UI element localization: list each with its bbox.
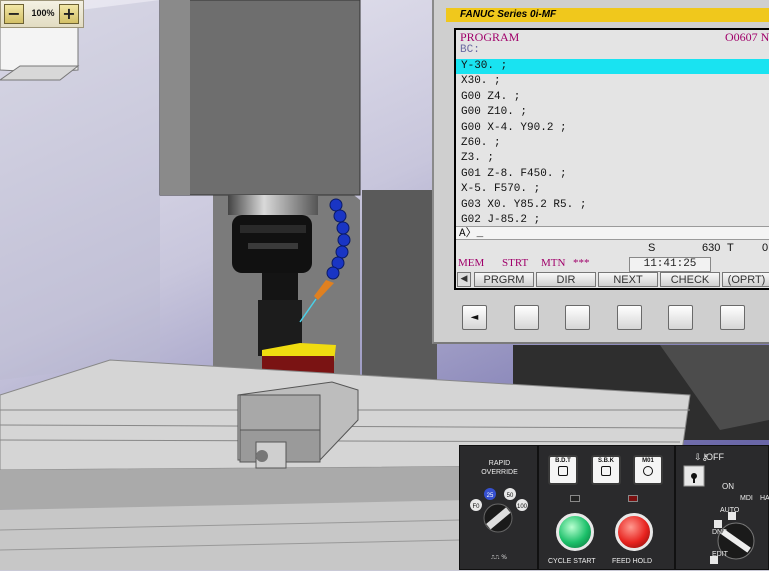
status-line: MEM STRT MTN *** [456, 257, 769, 272]
rapid-mark-f0: F0 [472, 504, 480, 510]
sbk-label: S.B.K [597, 458, 614, 464]
key-off-label: OFF [706, 452, 724, 462]
feed-hold-led [628, 495, 638, 502]
tool-value: 0 [762, 242, 769, 254]
program-line[interactable]: Z3. ; [456, 151, 769, 166]
rapid-mark-100: 100 [517, 504, 528, 510]
program-line[interactable]: G00 Z4. ; [456, 90, 769, 105]
bdt-label: B.D.T [555, 458, 571, 464]
program-line[interactable]: X30. ; [456, 74, 769, 89]
program-line[interactable]: X-5. F570. ; [456, 182, 769, 197]
status-alarm: *** [573, 257, 590, 269]
clock: 11:41:25 [629, 257, 711, 272]
zoom-in-button[interactable]: + [59, 4, 79, 24]
m01-label: M01 [642, 458, 654, 464]
status-motion: MTN [541, 257, 566, 269]
cycle-start-button[interactable] [556, 513, 594, 551]
rapid-override-label: RAPID OVERRIDE [481, 460, 518, 476]
optional-stop-icon [643, 466, 653, 476]
program-line[interactable]: Z60. ; [456, 136, 769, 151]
program-line[interactable]: G00 X-4. Y90.2 ; [456, 121, 769, 136]
tool-label: T [727, 242, 734, 254]
bdt-key[interactable]: B.D.T [548, 455, 578, 485]
program-number: O0607 N [725, 30, 769, 44]
mode-dnc-label: DNC [712, 529, 728, 536]
mode-title: PROGRAM [460, 30, 520, 44]
zoom-level: 100% [31, 8, 55, 18]
hard-softkey-2[interactable] [565, 305, 590, 330]
program-line[interactable]: G00 Z10. ; [456, 105, 769, 120]
cnc-screen: PROGRAM O0607 N BC: Y-30. ; X30. ; G00 Z… [456, 30, 769, 288]
brand-label: FANUC Series 0i-MF [460, 9, 557, 20]
status-mode: MEM [458, 257, 485, 269]
softkey-row: ◀ PRGRM DIR NEXT CHECK (OPRT) [456, 271, 769, 288]
m01-key[interactable]: M01 [633, 455, 663, 485]
program-listing: Y-30. ; X30. ; G00 Z4. ; G00 Z10. ; G00 … [456, 59, 769, 228]
status-run: STRT [502, 257, 529, 269]
sbk-key[interactable]: S.B.K [591, 455, 621, 485]
feed-hold-label: FEED HOLD [612, 558, 653, 565]
softkey-back-button[interactable]: ◀ [457, 272, 471, 287]
hard-softkey-1[interactable] [514, 305, 539, 330]
mode-handle-label: HA [760, 495, 769, 502]
cycle-start-led [570, 495, 580, 502]
zoom-control: − 100% + [0, 0, 84, 28]
spindle-value: 630 [702, 242, 721, 254]
program-line[interactable]: Y-30. ; [456, 59, 769, 75]
program-line[interactable]: G03 X0. Y85.2 R5. ; [456, 198, 769, 213]
mode-edit-label: EDIT [712, 551, 728, 558]
input-buffer[interactable]: A〉_ [456, 226, 769, 240]
block-delete-icon [558, 466, 568, 476]
mode-mdi-label: MDI [740, 495, 753, 502]
rapid-override-dial[interactable]: F0 25 50 100 ⎍⎍ % [460, 482, 539, 562]
softkey-prgrm[interactable]: PRGRM [474, 272, 534, 287]
key-on-label: ON [722, 482, 734, 491]
softkey-check[interactable]: CHECK [660, 272, 720, 287]
spindle-label: S [648, 242, 656, 254]
zoom-out-button[interactable]: − [4, 4, 24, 24]
softkey-next[interactable]: NEXT [598, 272, 658, 287]
cnc-control-panel: FANUC Series 0i-MF PROGRAM O0607 N BC: Y… [432, 0, 769, 344]
hard-softkey-back-button[interactable]: ◄ [462, 305, 487, 330]
cycle-start-label: CYCLE START [548, 558, 596, 565]
rapid-override-panel: RAPID OVERRIDE F0 25 50 100 ⎍⎍ % [459, 445, 538, 570]
softkey-oprt[interactable]: (OPRT) [722, 272, 769, 287]
hard-softkey-4[interactable] [668, 305, 693, 330]
mode-auto-label: AUTO [720, 507, 740, 514]
rapid-units: ⎍⎍ % [491, 554, 507, 561]
softkey-dir[interactable]: DIR [536, 272, 596, 287]
brand-bar: FANUC Series 0i-MF [446, 8, 769, 22]
single-block-icon [601, 466, 611, 476]
cycle-panel: B.D.T S.B.K M01 CYCLE START FEED HOLD [538, 445, 675, 570]
block-label: BC: [460, 44, 480, 56]
mode-panel: ⇩⚷ OFF ON MDI HA AUTO DNC EDIT [675, 445, 769, 570]
hard-softkey-5[interactable] [720, 305, 745, 330]
program-line[interactable]: G01 Z-8. F450. ; [456, 167, 769, 182]
hard-softkey-3[interactable] [617, 305, 642, 330]
rapid-mark-25: 25 [487, 493, 494, 499]
rapid-mark-50: 50 [507, 493, 514, 499]
feed-hold-button[interactable] [615, 513, 653, 551]
